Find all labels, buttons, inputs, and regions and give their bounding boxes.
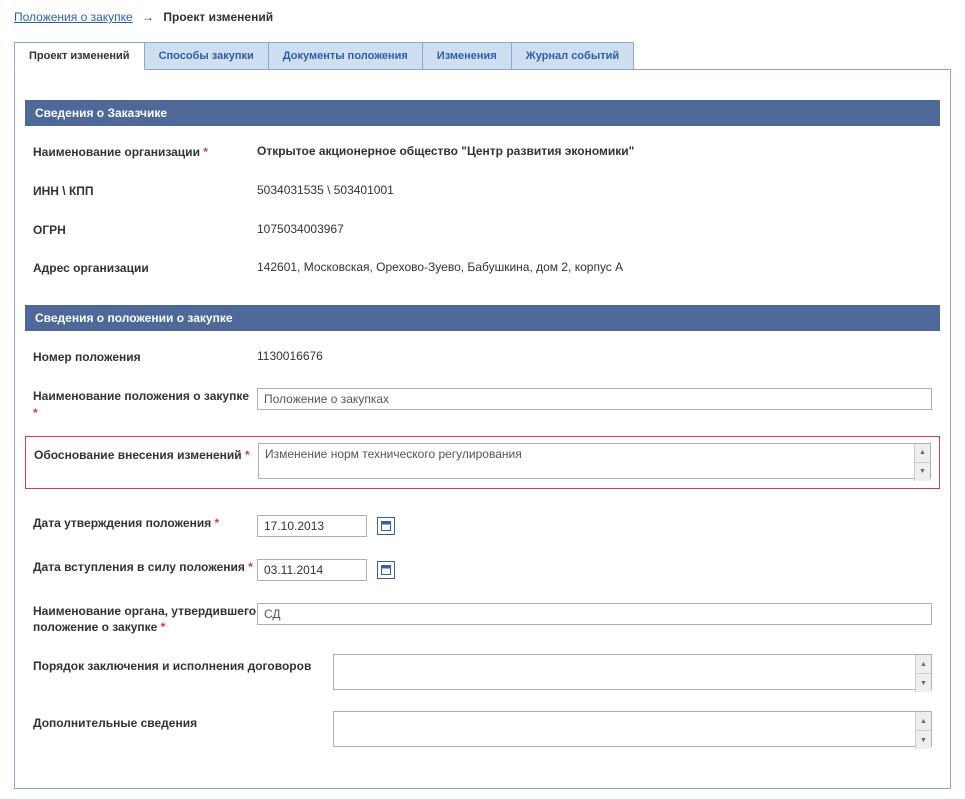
tab-regulation-documents[interactable]: Документы положения — [268, 42, 423, 70]
required-marker: * — [245, 448, 250, 462]
row-ogrn: ОГРН 1075034003967 — [25, 218, 940, 239]
tab-purchase-methods[interactable]: Способы закупки — [144, 42, 269, 70]
input-regulation-name[interactable] — [257, 388, 932, 410]
label-authority: Наименование органа, утвердившего положе… — [33, 599, 257, 637]
required-marker: * — [203, 145, 208, 159]
spinner-down-icon[interactable]: ▼ — [915, 463, 930, 481]
spinner-down-icon[interactable]: ▼ — [916, 731, 931, 749]
section-header-customer: Сведения о Заказчике — [25, 100, 940, 126]
label-address: Адрес организации — [33, 256, 257, 277]
label-effective-date: Дата вступления в силу положения * — [33, 555, 257, 576]
required-marker: * — [248, 560, 253, 574]
value-regulation-number: 1130016676 — [257, 345, 932, 363]
calendar-icon[interactable] — [377, 561, 395, 579]
row-approval-date: Дата утверждения положения * — [25, 511, 940, 537]
breadcrumb: Положения о закупке → Проект изменений — [14, 10, 951, 24]
textarea-justification[interactable] — [258, 443, 931, 479]
textarea-spinner: ▲ ▼ — [914, 444, 930, 481]
value-org-name: Открытое акционерное общество "Центр раз… — [257, 140, 932, 158]
value-inn-kpp: 5034031535 \ 503401001 — [257, 179, 932, 197]
spinner-up-icon[interactable]: ▲ — [915, 444, 930, 463]
content-panel: Сведения о Заказчике Наименование органи… — [14, 69, 951, 789]
label-regulation-number: Номер положения — [33, 345, 257, 366]
label-org-name: Наименование организации * — [33, 140, 257, 161]
tab-project-changes[interactable]: Проект изменений — [14, 42, 145, 70]
label-additional-info: Дополнительные сведения — [33, 711, 333, 732]
textarea-contract-order[interactable] — [333, 654, 932, 690]
input-effective-date[interactable] — [257, 559, 367, 581]
section-header-regulation: Сведения о положении о закупке — [25, 305, 940, 331]
spinner-up-icon[interactable]: ▲ — [916, 712, 931, 731]
breadcrumb-current: Проект изменений — [163, 10, 273, 24]
label-approval-date: Дата утверждения положения * — [33, 511, 257, 532]
row-regulation-name: Наименование положения о закупке * — [25, 384, 940, 422]
input-authority[interactable] — [257, 603, 932, 625]
tab-bar: Проект изменений Способы закупки Докумен… — [14, 42, 951, 70]
row-justification: Обоснование внесения изменений * ▲ ▼ — [25, 436, 940, 489]
row-effective-date: Дата вступления в силу положения * — [25, 555, 940, 581]
label-justification: Обоснование внесения изменений * — [34, 443, 258, 464]
value-ogrn: 1075034003967 — [257, 218, 932, 236]
required-marker: * — [161, 620, 166, 634]
spinner-up-icon[interactable]: ▲ — [916, 655, 931, 674]
label-ogrn: ОГРН — [33, 218, 257, 239]
tab-changes[interactable]: Изменения — [422, 42, 512, 70]
label-contract-order: Порядок заключения и исполнения договоро… — [33, 654, 333, 675]
row-additional-info: Дополнительные сведения ▲ ▼ — [25, 711, 940, 750]
input-approval-date[interactable] — [257, 515, 367, 537]
textarea-additional-info[interactable] — [333, 711, 932, 747]
textarea-spinner: ▲ ▼ — [915, 712, 931, 749]
textarea-spinner: ▲ ▼ — [915, 655, 931, 692]
breadcrumb-link[interactable]: Положения о закупке — [14, 10, 133, 24]
row-org-name: Наименование организации * Открытое акци… — [25, 140, 940, 161]
breadcrumb-arrow-icon: → — [142, 10, 154, 24]
tab-event-log[interactable]: Журнал событий — [511, 42, 634, 70]
row-contract-order: Порядок заключения и исполнения договоро… — [25, 654, 940, 693]
label-inn-kpp: ИНН \ КПП — [33, 179, 257, 200]
value-address: 142601, Московская, Орехово-Зуево, Бабуш… — [257, 256, 932, 274]
row-authority: Наименование органа, утвердившего положе… — [25, 599, 940, 637]
label-regulation-name: Наименование положения о закупке * — [33, 384, 257, 422]
row-regulation-number: Номер положения 1130016676 — [25, 345, 940, 366]
row-address: Адрес организации 142601, Московская, Ор… — [25, 256, 940, 277]
calendar-icon[interactable] — [377, 517, 395, 535]
required-marker: * — [215, 516, 220, 530]
required-marker: * — [33, 406, 38, 420]
row-inn-kpp: ИНН \ КПП 5034031535 \ 503401001 — [25, 179, 940, 200]
spinner-down-icon[interactable]: ▼ — [916, 674, 931, 692]
